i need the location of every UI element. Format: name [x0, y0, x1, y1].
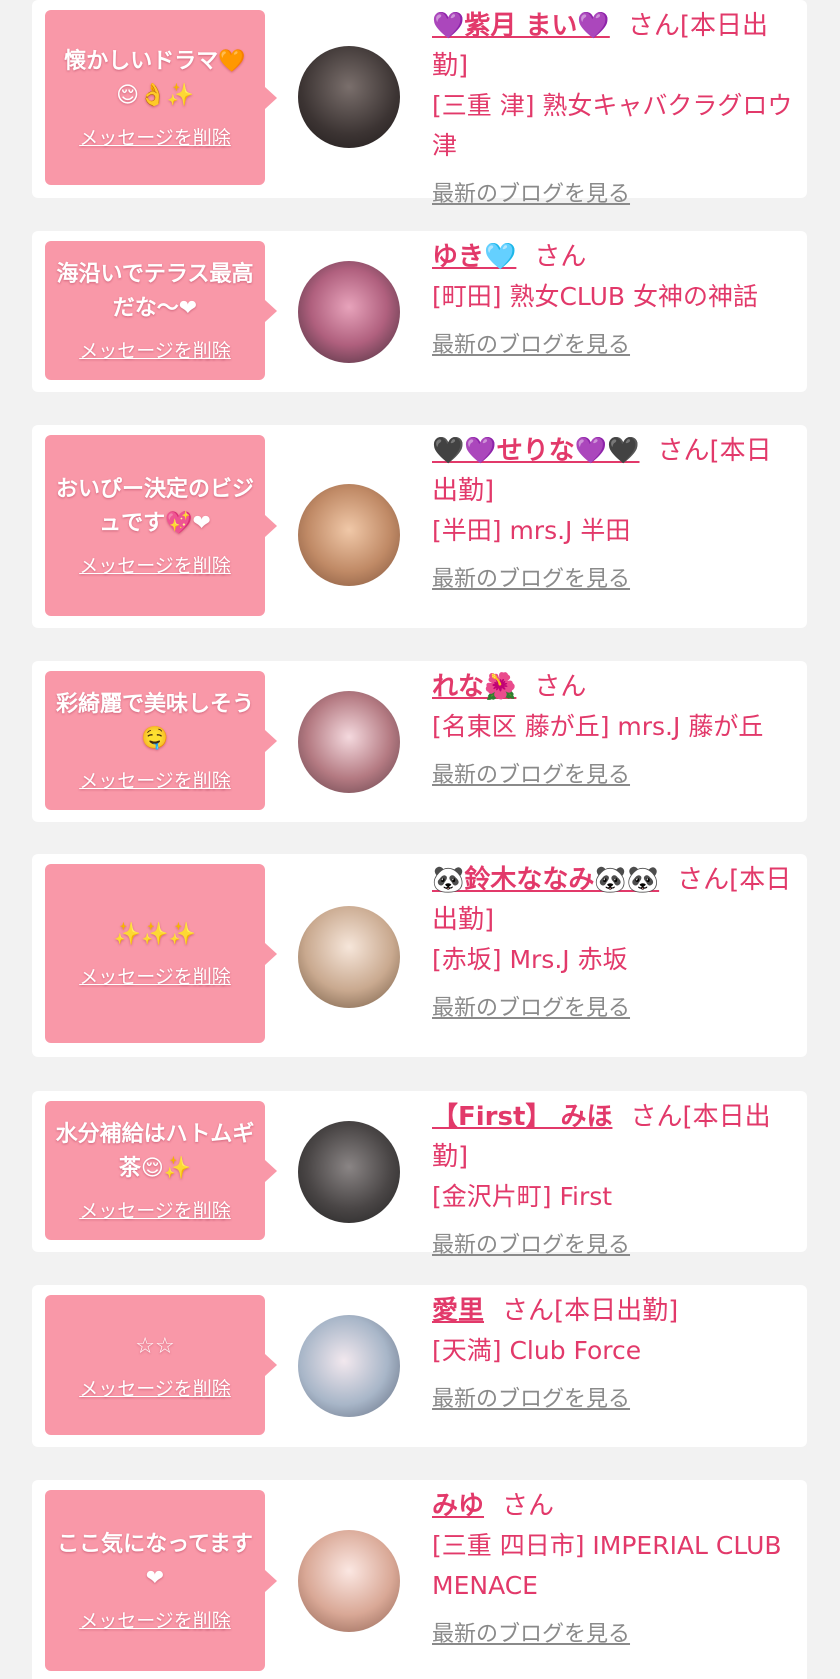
- shop-info: [半田] mrs.J 半田: [432, 516, 631, 545]
- delete-message-link[interactable]: メッセージを削除: [79, 123, 231, 150]
- message-bubble: ここ気になってます❤ メッセージを削除: [45, 1490, 277, 1671]
- name-line: 愛里 さん[本日出勤]: [432, 1291, 795, 1331]
- latest-blog-link[interactable]: 最新のブログを見る: [432, 565, 630, 595]
- message-bubble: 彩綺麗で美味しそう🤤 メッセージを削除: [45, 671, 277, 810]
- profile-name-link[interactable]: 🖤💜せりな💜🖤: [432, 436, 640, 466]
- name-line: 💜紫月 まい💜 さん[本日出勤]: [432, 6, 795, 86]
- message-card: おいぴー決定のビジュです💖❤ メッセージを削除 🖤💜せりな💜🖤 さん[本日出勤] …: [32, 425, 807, 628]
- profile-name-link[interactable]: みゆ: [432, 1491, 484, 1521]
- name-suffix: さん: [534, 242, 587, 272]
- name-line: 【First】 みほ さん[本日出勤]: [432, 1097, 795, 1177]
- shop-info: [三重 津] 熟女キャバクラグロウ津: [432, 91, 793, 160]
- message-text: 懐かしいドラマ🧡😌👌✨: [64, 49, 246, 108]
- profile-name-link[interactable]: 🐼鈴木ななみ🐼🐼: [432, 865, 659, 895]
- profile-info: 🖤💜せりな💜🖤 さん[本日出勤] [半田] mrs.J 半田 最新のブログを見る: [432, 431, 795, 595]
- message-card: ☆☆ メッセージを削除 愛里 さん[本日出勤] [天満] Club Force 最…: [32, 1285, 807, 1447]
- message-bubble: 懐かしいドラマ🧡😌👌✨ メッセージを削除: [45, 10, 277, 185]
- latest-blog-link[interactable]: 最新のブログを見る: [432, 180, 630, 210]
- name-line: れな🌺 さん: [432, 667, 795, 707]
- profile-info: 💜紫月 まい💜 さん[本日出勤] [三重 津] 熟女キャバクラグロウ津 最新のブロ…: [432, 6, 795, 210]
- latest-blog-link[interactable]: 最新のブログを見る: [432, 1385, 630, 1415]
- shop-info: [天満] Club Force: [432, 1336, 642, 1365]
- message-bubble: おいぴー決定のビジュです💖❤ メッセージを削除: [45, 435, 277, 616]
- avatar[interactable]: [298, 691, 400, 793]
- message-text: 水分補給はハトムギ茶😌✨: [55, 1122, 255, 1181]
- name-suffix: さん: [502, 1491, 555, 1521]
- delete-message-link[interactable]: メッセージを削除: [79, 1196, 231, 1223]
- delete-message-link[interactable]: メッセージを削除: [79, 962, 231, 989]
- message-text: ここ気になってます❤: [57, 1532, 253, 1591]
- avatar[interactable]: [298, 1530, 400, 1632]
- latest-blog-link[interactable]: 最新のブログを見る: [432, 1620, 630, 1650]
- message-text: おいぴー決定のビジュです💖❤: [55, 477, 254, 536]
- profile-info: れな🌺 さん [名東区 藤が丘] mrs.J 藤が丘 最新のブログを見る: [432, 667, 795, 791]
- latest-blog-link[interactable]: 最新のブログを見る: [432, 761, 630, 791]
- message-card: 彩綺麗で美味しそう🤤 メッセージを削除 れな🌺 さん [名東区 藤が丘] mrs.…: [32, 661, 807, 822]
- name-suffix: さん[本日出勤]: [502, 1296, 679, 1326]
- shop-info: [赤坂] Mrs.J 赤坂: [432, 945, 628, 974]
- avatar[interactable]: [298, 1121, 400, 1223]
- message-card: 水分補給はハトムギ茶😌✨ メッセージを削除 【First】 みほ さん[本日出勤]…: [32, 1091, 807, 1258]
- delete-message-link[interactable]: メッセージを削除: [79, 551, 231, 578]
- latest-blog-link[interactable]: 最新のブログを見る: [432, 994, 630, 1024]
- profile-info: 🐼鈴木ななみ🐼🐼 さん[本日出勤] [赤坂] Mrs.J 赤坂 最新のブログを見る: [432, 860, 795, 1024]
- shop-info: [三重 四日市] IMPERIAL CLUB MENACE: [432, 1531, 782, 1600]
- avatar[interactable]: [298, 1315, 400, 1417]
- profile-info: みゆ さん [三重 四日市] IMPERIAL CLUB MENACE 最新のブロ…: [432, 1486, 795, 1650]
- message-text: ☆☆: [135, 1333, 175, 1359]
- name-line: 🐼鈴木ななみ🐼🐼 さん[本日出勤]: [432, 860, 795, 940]
- profile-name-link[interactable]: れな🌺: [432, 672, 516, 702]
- profile-info: ゆき🩵 さん [町田] 熟女CLUB 女神の神話 最新のブログを見る: [432, 237, 795, 361]
- name-line: 🖤💜せりな💜🖤 さん[本日出勤]: [432, 431, 795, 511]
- message-bubble: 海沿いでテラス最高だな〜❤ メッセージを削除: [45, 241, 277, 380]
- profile-name-link[interactable]: 💜紫月 まい💜: [432, 11, 610, 41]
- message-text: 彩綺麗で美味しそう🤤: [55, 692, 254, 751]
- shop-info: [町田] 熟女CLUB 女神の神話: [432, 282, 758, 311]
- message-text: ✨✨✨: [113, 922, 197, 947]
- message-card: 懐かしいドラマ🧡😌👌✨ メッセージを削除 💜紫月 まい💜 さん[本日出勤] [三重…: [32, 0, 807, 207]
- latest-blog-link[interactable]: 最新のブログを見る: [432, 331, 630, 361]
- message-card: ここ気になってます❤ メッセージを削除 みゆ さん [三重 四日市] IMPERI…: [32, 1480, 807, 1679]
- name-line: ゆき🩵 さん: [432, 237, 795, 277]
- delete-message-link[interactable]: メッセージを削除: [79, 766, 231, 793]
- message-card: 海沿いでテラス最高だな〜❤ メッセージを削除 ゆき🩵 さん [町田] 熟女CLUB…: [32, 231, 807, 392]
- name-line: みゆ さん: [432, 1486, 795, 1526]
- profile-info: 愛里 さん[本日出勤] [天満] Club Force 最新のブログを見る: [432, 1291, 795, 1415]
- profile-name-link[interactable]: ゆき🩵: [432, 242, 516, 272]
- message-bubble: ✨✨✨ メッセージを削除: [45, 864, 277, 1043]
- message-text: 海沿いでテラス最高だな〜❤: [56, 262, 254, 321]
- shop-info: [金沢片町] First: [432, 1182, 613, 1211]
- avatar[interactable]: [298, 484, 400, 586]
- latest-blog-link[interactable]: 最新のブログを見る: [432, 1231, 630, 1261]
- delete-message-link[interactable]: メッセージを削除: [79, 1606, 231, 1633]
- message-bubble: 水分補給はハトムギ茶😌✨ メッセージを削除: [45, 1101, 277, 1240]
- delete-message-link[interactable]: メッセージを削除: [79, 336, 231, 363]
- profile-name-link[interactable]: 【First】 みほ: [432, 1102, 612, 1132]
- name-suffix: さん: [534, 672, 587, 702]
- delete-message-link[interactable]: メッセージを削除: [79, 1374, 231, 1401]
- message-list: 懐かしいドラマ🧡😌👌✨ メッセージを削除 💜紫月 まい💜 さん[本日出勤] [三重…: [0, 0, 840, 1679]
- message-card: ✨✨✨ メッセージを削除 🐼鈴木ななみ🐼🐼 さん[本日出勤] [赤坂] Mrs.J…: [32, 854, 807, 1057]
- message-bubble: ☆☆ メッセージを削除: [45, 1295, 277, 1435]
- profile-name-link[interactable]: 愛里: [432, 1296, 484, 1326]
- avatar[interactable]: [298, 261, 400, 363]
- shop-info: [名東区 藤が丘] mrs.J 藤が丘: [432, 712, 764, 741]
- profile-info: 【First】 みほ さん[本日出勤] [金沢片町] First 最新のブログを見…: [432, 1097, 795, 1261]
- avatar[interactable]: [298, 46, 400, 148]
- avatar[interactable]: [298, 906, 400, 1008]
